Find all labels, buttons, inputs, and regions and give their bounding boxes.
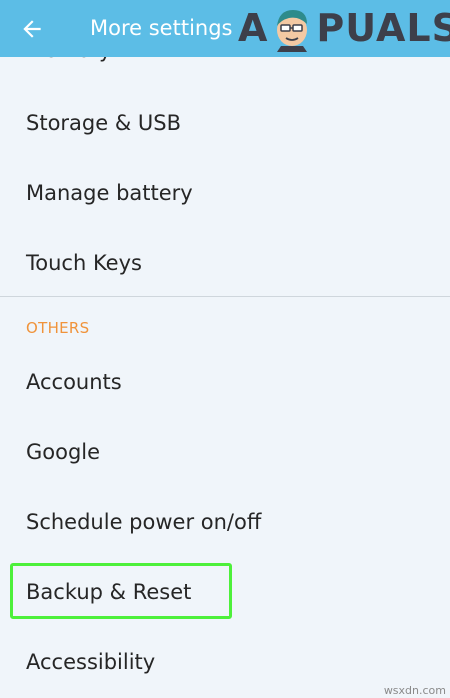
- section-divider: [0, 296, 450, 297]
- back-button[interactable]: [14, 11, 50, 47]
- page-title: More settings: [90, 16, 233, 40]
- source-credit: wsxdn.com: [383, 684, 446, 697]
- list-item-backup-reset[interactable]: Backup & Reset: [26, 578, 191, 606]
- list-item-accounts[interactable]: Accounts: [26, 368, 122, 396]
- appuals-watermark: A PUALS: [238, 4, 450, 52]
- section-header-others: OTHERS: [26, 319, 90, 337]
- list-item-manage-battery[interactable]: Manage battery: [26, 179, 193, 207]
- list-item-schedule-power[interactable]: Schedule power on/off: [26, 508, 261, 536]
- list-item-google[interactable]: Google: [26, 438, 100, 466]
- list-item-accessibility[interactable]: Accessibility: [26, 648, 155, 676]
- watermark-letters-rest: PUALS: [316, 6, 450, 50]
- list-item-storage-usb[interactable]: Storage & USB: [26, 109, 181, 137]
- arrow-back-icon: [23, 20, 41, 38]
- watermark-letter-a: A: [238, 6, 269, 50]
- list-item-touch-keys[interactable]: Touch Keys: [26, 249, 142, 277]
- mascot-face-icon: [277, 10, 308, 52]
- settings-screen: Memory Storage & USB Manage battery Touc…: [0, 0, 450, 698]
